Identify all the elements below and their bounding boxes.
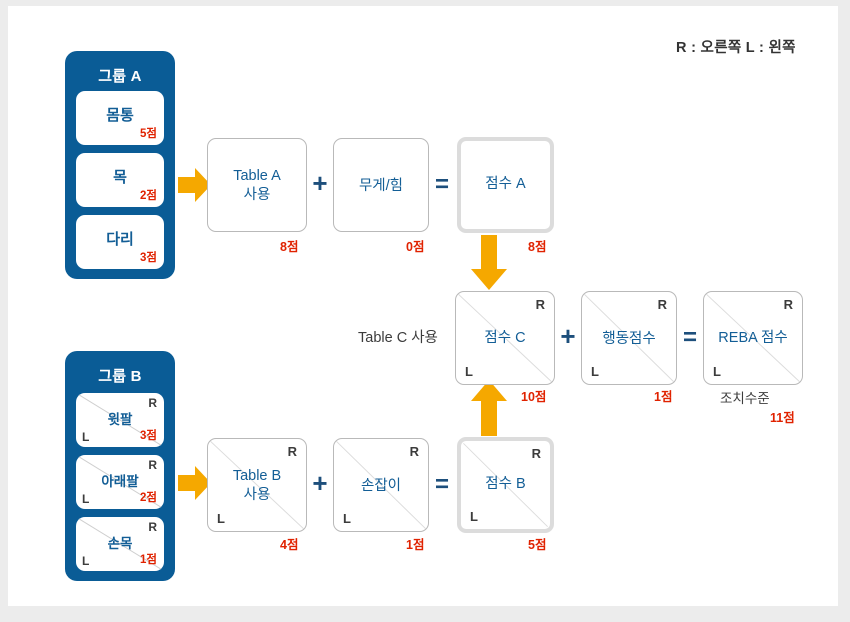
- group-a-part-neck-score: 2점: [140, 190, 157, 202]
- reba-score-r: R: [783, 297, 793, 312]
- score-c-l: L: [465, 364, 473, 379]
- activity-score-box[interactable]: R L 행동점수: [581, 291, 677, 385]
- group-a-part-trunk-label: 몸통: [106, 107, 134, 124]
- operator-equals-row-c: =: [682, 324, 697, 351]
- group-b-part-wrist[interactable]: R L 손목 1점: [76, 517, 164, 571]
- group-a-part-neck-label: 목: [113, 169, 127, 186]
- reba-score-box[interactable]: R L REBA 점수: [703, 291, 803, 385]
- group-b-part-upper-arm-score: 3점: [140, 430, 157, 442]
- group-b-part-upper-arm-label: 윗팔: [107, 412, 133, 427]
- table-b-r: R: [287, 444, 297, 459]
- operator-plus-row-b: +: [312, 468, 328, 498]
- coupling-box[interactable]: R L 손잡이: [333, 438, 429, 532]
- coupling-l: L: [343, 511, 351, 526]
- score-b-l: L: [470, 509, 478, 524]
- table-b-box[interactable]: R L Table B 사용: [207, 438, 307, 532]
- group-b-part-wrist-l: L: [82, 554, 90, 568]
- coupling-label: 손잡이: [360, 478, 402, 494]
- group-a-part-legs[interactable]: 다리 3점: [76, 215, 164, 269]
- table-b-score: 4점: [280, 538, 299, 552]
- table-b-l: L: [217, 511, 225, 526]
- score-c-r: R: [535, 297, 545, 312]
- table-a-line2: 사용: [243, 187, 271, 203]
- group-b-part-lower-arm-score: 2점: [140, 492, 157, 504]
- group-b-part-wrist-score: 1점: [140, 554, 157, 566]
- activity-score-l: L: [591, 364, 599, 379]
- group-a-part-legs-score: 3점: [140, 252, 157, 264]
- group-b-part-wrist-label: 손목: [107, 536, 133, 551]
- coupling-r: R: [409, 444, 419, 459]
- score-a-score: 8점: [528, 240, 547, 254]
- group-b-part-lower-arm-l: L: [82, 492, 90, 506]
- force-load-box[interactable]: 무게/힘: [333, 138, 429, 232]
- reba-score-l: L: [713, 364, 721, 379]
- score-c-score: 10점: [521, 390, 547, 404]
- legend-right-left: R : 오른쪽 L : 왼쪽: [676, 40, 796, 56]
- group-a-panel: 그룹 A 몸통 5점 목 2점 다리 3점: [65, 51, 175, 279]
- table-a-box[interactable]: Table A 사용: [207, 138, 307, 232]
- score-a-label: 점수 A: [485, 176, 526, 192]
- table-b-line1: Table B: [232, 468, 282, 484]
- activity-score-r: R: [657, 297, 667, 312]
- group-b-part-lower-arm-label: 아래팔: [101, 474, 139, 489]
- score-c-label: 점수 C: [484, 330, 526, 346]
- score-b-label: 점수 B: [485, 476, 526, 492]
- group-b-part-upper-arm[interactable]: R L 윗팔 3점: [76, 393, 164, 447]
- table-a-line1: Table A: [233, 168, 281, 184]
- score-b-r: R: [531, 446, 541, 461]
- action-level-score: 11점: [770, 411, 795, 425]
- arrow-up-icon-score-b: [469, 379, 509, 437]
- diagram-canvas: R : 오른쪽 L : 왼쪽 그룹 A 몸통 5점 목 2점 다리 3점 Tab…: [8, 6, 838, 606]
- score-b-box[interactable]: R L 점수 B: [457, 437, 554, 533]
- action-level-label: 조치수준: [720, 391, 770, 406]
- table-c-usage-label: Table C 사용: [358, 330, 438, 346]
- force-load-label: 무게/힘: [358, 178, 404, 194]
- operator-plus-row-c: +: [560, 321, 576, 351]
- group-a-title: 그룹 A: [98, 68, 142, 85]
- score-b-score: 5점: [528, 538, 547, 552]
- score-a-box[interactable]: 점수 A: [457, 137, 554, 233]
- arrow-down-icon-score-a: [469, 235, 509, 291]
- operator-equals-row-b: =: [434, 471, 449, 498]
- coupling-score: 1점: [406, 538, 425, 552]
- table-a-score: 8점: [280, 240, 299, 254]
- table-b-line2: 사용: [243, 487, 271, 503]
- reba-score-label: REBA 점수: [718, 330, 788, 346]
- activity-score-label: 행동점수: [602, 331, 656, 347]
- group-a-part-legs-label: 다리: [106, 231, 134, 248]
- group-a-part-trunk-score: 5점: [140, 128, 157, 140]
- force-load-score: 0점: [406, 240, 425, 254]
- group-b-part-lower-arm[interactable]: R L 아래팔 2점: [76, 455, 164, 509]
- operator-equals-row-a: =: [434, 171, 449, 198]
- group-b-panel: 그룹 B R L 윗팔 3점 R L 아래팔 2점 R L 손목 1점: [65, 351, 175, 581]
- group-b-title: 그룹 B: [98, 368, 142, 385]
- activity-score-score: 1점: [654, 390, 673, 404]
- score-c-box[interactable]: R L 점수 C: [455, 291, 555, 385]
- group-b-part-upper-arm-l: L: [82, 430, 90, 444]
- operator-plus-row-a: +: [312, 168, 328, 198]
- group-a-part-trunk[interactable]: 몸통 5점: [76, 91, 164, 145]
- group-a-part-neck[interactable]: 목 2점: [76, 153, 164, 207]
